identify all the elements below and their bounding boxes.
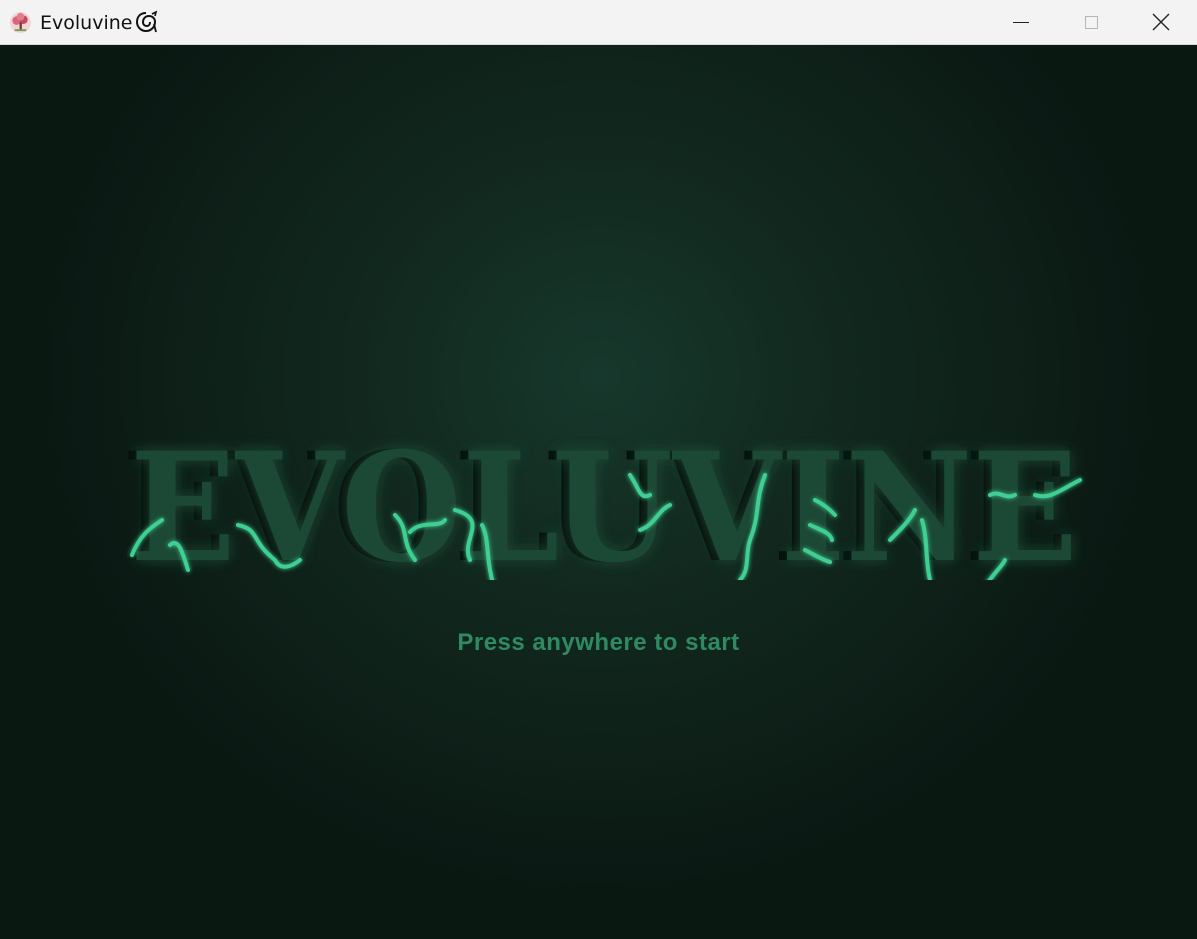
vine-swirl-icon — [136, 10, 158, 33]
tree-icon — [9, 11, 32, 34]
minimize-button[interactable] — [986, 0, 1056, 44]
minimize-icon — [1013, 21, 1029, 23]
close-button[interactable] — [1126, 0, 1196, 44]
window-title: Evoluvine — [40, 10, 158, 35]
close-icon — [1152, 13, 1170, 31]
title-bar[interactable]: Evoluvine — [0, 0, 1197, 45]
game-logo: EVOLUVINE EVOLUVINE — [122, 420, 1082, 580]
game-start-screen[interactable]: EVOLUVINE EVOLUVINE Press anywhere to st… — [0, 45, 1197, 939]
maximize-icon — [1084, 15, 1098, 29]
maximize-button[interactable] — [1056, 0, 1126, 44]
window-title-label: Evoluvine — [40, 12, 133, 34]
app-window: Evoluvine EVOLUVINE EVOLUVINE Press anyw… — [0, 0, 1197, 939]
start-prompt[interactable]: Press anywhere to start — [0, 629, 1197, 657]
